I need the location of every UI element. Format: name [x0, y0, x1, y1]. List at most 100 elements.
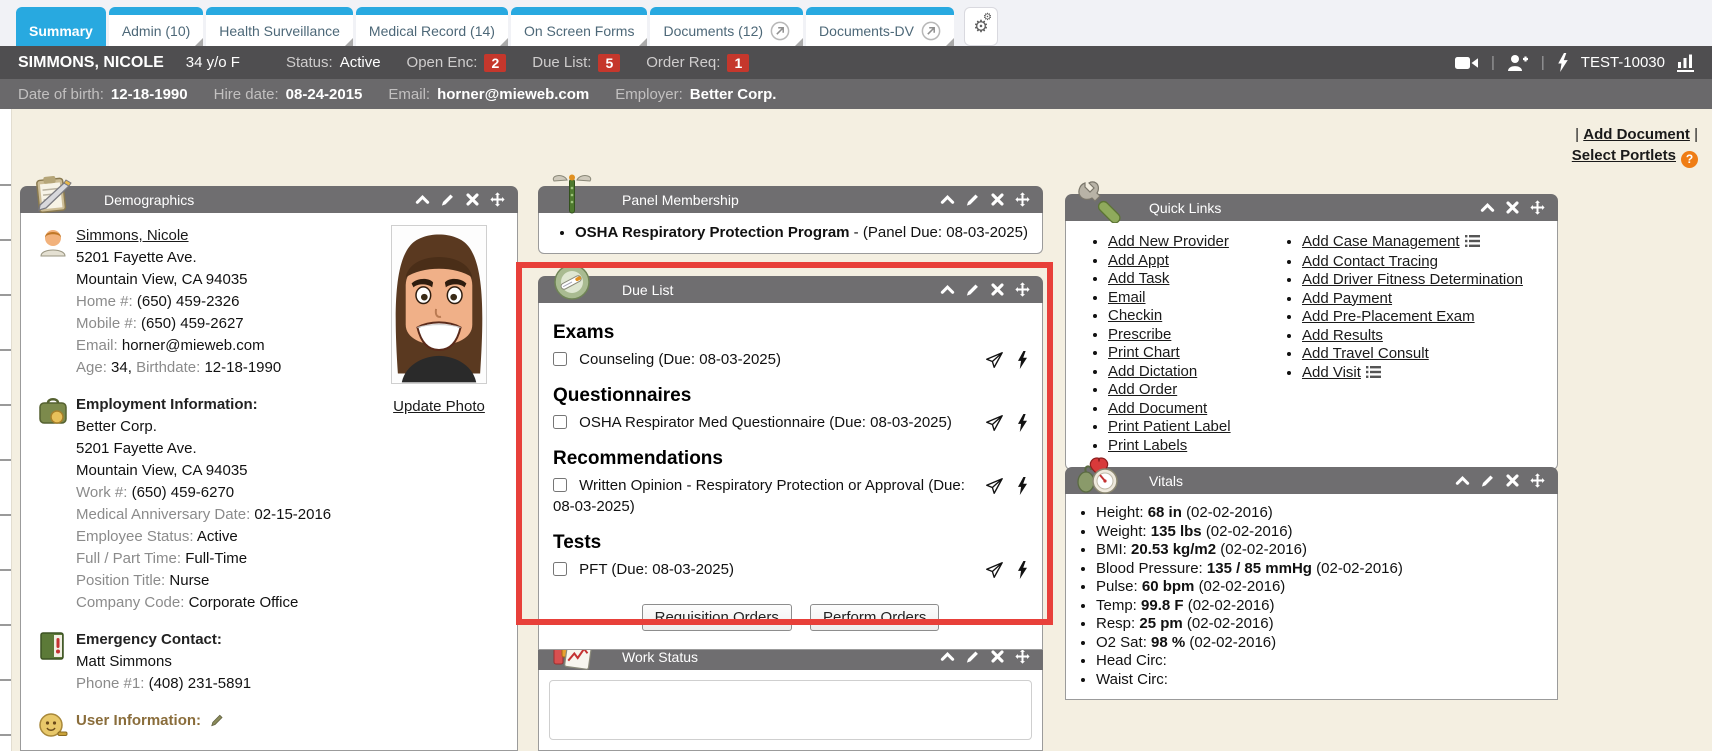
due-section-heading: Exams [553, 322, 1028, 344]
requisition-orders-button[interactable]: Requisition Orders [642, 604, 792, 631]
tab-on-screen-forms[interactable]: On Screen Forms [511, 7, 647, 46]
move-icon[interactable] [1015, 649, 1030, 664]
tab-admin[interactable]: Admin (10) [109, 7, 203, 46]
due-item-checkbox[interactable] [553, 352, 567, 366]
add-pre-placement-exam-link[interactable]: Add Pre-Placement Exam [1302, 308, 1475, 325]
due-list-header[interactable]: Due List [538, 276, 1043, 303]
due-item-checkbox[interactable] [553, 415, 567, 429]
panel-membership-body: OSHA Respiratory Protection Program - (P… [538, 213, 1043, 254]
close-icon[interactable] [465, 192, 480, 207]
close-icon[interactable] [1505, 473, 1520, 488]
due-item-checkbox[interactable] [553, 478, 567, 492]
edit-icon[interactable] [965, 282, 980, 297]
move-icon[interactable] [490, 192, 505, 207]
perform-bolt-icon[interactable] [1017, 414, 1028, 432]
add-dictation-link[interactable]: Add Dictation [1108, 363, 1197, 380]
collapse-icon[interactable] [940, 192, 955, 207]
tab-medical-record[interactable]: Medical Record (14) [356, 7, 508, 46]
add-document-link[interactable]: Add Document [1108, 400, 1207, 417]
vital-label: O2 Sat: [1096, 634, 1147, 651]
move-icon[interactable] [1530, 200, 1545, 215]
collapse-icon[interactable] [940, 649, 955, 664]
send-order-icon[interactable] [984, 350, 1004, 370]
edit-icon[interactable] [440, 192, 455, 207]
print-patient-label-link[interactable]: Print Patient Label [1108, 418, 1231, 435]
add-order-link[interactable]: Add Order [1108, 381, 1177, 398]
add-document-link[interactable]: Add Document [1583, 126, 1690, 143]
collapse-icon[interactable] [1480, 200, 1495, 215]
edit-icon[interactable] [1480, 473, 1495, 488]
collapse-icon[interactable] [1455, 473, 1470, 488]
quick-links-header[interactable]: Quick Links [1065, 194, 1558, 221]
close-icon[interactable] [990, 649, 1005, 664]
tab-health-surveillance[interactable]: Health Surveillance [206, 7, 353, 46]
add-contact-tracing-link[interactable]: Add Contact Tracing [1302, 253, 1438, 270]
close-icon[interactable] [1505, 200, 1520, 215]
select-portlets-link[interactable]: Select Portlets [1572, 147, 1676, 164]
add-task-link[interactable]: Add Task [1108, 270, 1169, 287]
telehealth-camera-icon[interactable] [1455, 55, 1479, 71]
print-labels-link[interactable]: Print Labels [1108, 437, 1187, 454]
list-icon[interactable] [1366, 365, 1381, 383]
add-visit-link[interactable]: Add Visit [1302, 364, 1361, 381]
close-icon[interactable] [990, 282, 1005, 297]
tab-documents[interactable]: Documents (12) [650, 7, 803, 46]
perform-bolt-icon[interactable] [1017, 561, 1028, 579]
open-new-window-icon[interactable] [921, 21, 941, 41]
add-travel-consult-link[interactable]: Add Travel Consult [1302, 345, 1429, 362]
email-link[interactable]: Email [1108, 289, 1146, 306]
due-list-body: Exams Counseling (Due: 08-03-2025) Quest… [538, 303, 1043, 650]
flowsheet-chart-icon[interactable] [1677, 54, 1694, 72]
collapse-icon[interactable] [415, 192, 430, 207]
move-icon[interactable] [1015, 282, 1030, 297]
perform-bolt-icon[interactable] [1017, 351, 1028, 369]
close-icon[interactable] [990, 192, 1005, 207]
employer-label: Employer: [615, 86, 683, 103]
open-new-window-icon[interactable] [770, 21, 790, 41]
vitals-portlet: Vitals Height: 68 in (02-02-2016) Weight… [1065, 467, 1558, 700]
prescribe-link[interactable]: Prescribe [1108, 326, 1171, 343]
add-driver-fitness-link[interactable]: Add Driver Fitness Determination [1302, 271, 1523, 288]
perform-orders-button[interactable]: Perform Orders [810, 604, 939, 631]
move-icon[interactable] [1015, 192, 1030, 207]
send-order-icon[interactable] [984, 413, 1004, 433]
page-links: | Add Document | Select Portlets? [1572, 124, 1698, 168]
update-photo-link[interactable]: Update Photo [393, 398, 485, 415]
portlet-controls [940, 192, 1030, 207]
due-list-badge[interactable]: 5 [598, 54, 620, 72]
edit-pencil-icon[interactable] [210, 713, 224, 727]
panel-membership-header[interactable]: Panel Membership [538, 186, 1043, 213]
tab-settings-button[interactable]: ⚙ ⚙ [964, 7, 998, 46]
order-req-badge[interactable]: 1 [727, 54, 749, 72]
panel-item: OSHA Respiratory Protection Program - (P… [575, 222, 1028, 243]
tab-summary[interactable]: Summary [16, 7, 106, 46]
open-enc-badge[interactable]: 2 [484, 54, 506, 72]
age-value: 34, [111, 359, 132, 376]
add-case-management-link[interactable]: Add Case Management [1302, 233, 1460, 250]
patient-name-link[interactable]: Simmons, Nicole [76, 227, 189, 244]
send-order-icon[interactable] [984, 476, 1004, 496]
edit-icon[interactable] [965, 649, 980, 664]
move-icon[interactable] [1530, 473, 1545, 488]
print-chart-link[interactable]: Print Chart [1108, 344, 1180, 361]
quick-links-column-1: Add New Provider Add Appt Add Task Email… [1090, 233, 1262, 455]
add-appt-link[interactable]: Add Appt [1108, 252, 1169, 269]
add-payment-link[interactable]: Add Payment [1302, 290, 1392, 307]
checkin-link[interactable]: Checkin [1108, 307, 1162, 324]
quick-action-bolt-icon[interactable] [1557, 53, 1569, 72]
add-user-icon[interactable] [1507, 54, 1529, 72]
demographics-header[interactable]: Demographics [20, 186, 518, 213]
add-results-link[interactable]: Add Results [1302, 327, 1383, 344]
order-req-count: Order Req: 1 [646, 54, 749, 72]
list-icon[interactable] [1465, 234, 1480, 252]
due-item-checkbox[interactable] [553, 562, 567, 576]
tab-documents-dv[interactable]: Documents-DV [806, 7, 954, 46]
send-order-icon[interactable] [984, 560, 1004, 580]
perform-bolt-icon[interactable] [1017, 477, 1028, 495]
vitals-header[interactable]: Vitals [1065, 467, 1558, 494]
tab-label: Documents (12) [663, 23, 763, 39]
help-icon[interactable]: ? [1681, 151, 1698, 168]
add-new-provider-link[interactable]: Add New Provider [1108, 233, 1229, 250]
edit-icon[interactable] [965, 192, 980, 207]
collapse-icon[interactable] [940, 282, 955, 297]
